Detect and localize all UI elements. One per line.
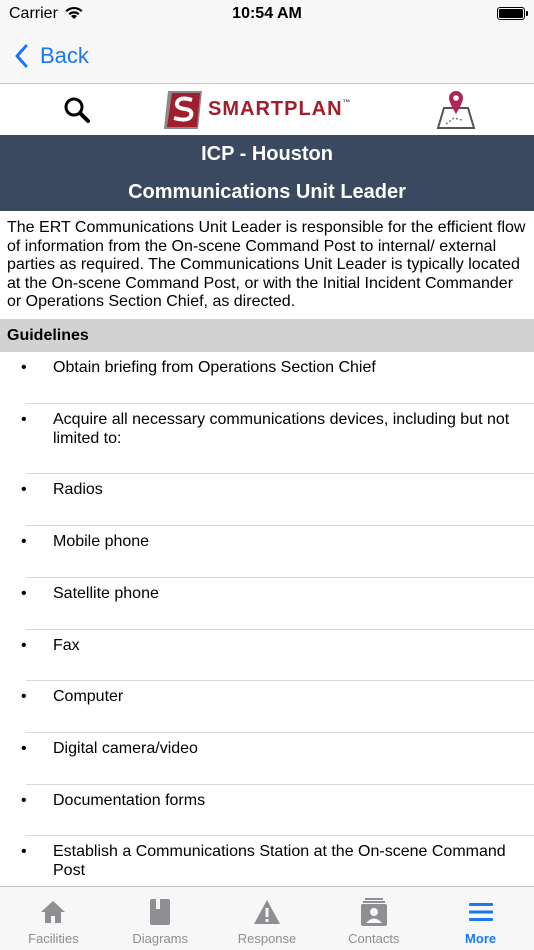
site-title: ICP - Houston [201,143,333,165]
bullet: • [21,411,27,428]
list-item: • Fax [21,630,534,681]
status-bar: Carrier 10:54 AM [0,0,534,30]
page-header: ICP - Houston Communications Unit Leader [0,135,534,211]
bullet: • [21,585,27,602]
back-label: Back [40,43,89,68]
clock: 10:54 AM [232,5,302,22]
tab-facilities[interactable]: Facilities [0,887,107,950]
bullet: • [21,740,27,757]
tab-label: Contacts [348,931,400,946]
list-item-text: Digital camera/video [53,740,198,757]
list-item: • Computer [21,681,534,733]
role-title: Communications Unit Leader [128,181,406,203]
bullet: • [21,637,27,654]
list-item-text: Acquire all necessary communications dev… [53,411,510,447]
list-item-text: Satellite phone [53,585,159,602]
tab-diagrams[interactable]: Diagrams [107,887,214,950]
guidelines-heading: Guidelines [0,319,534,352]
contacts-icon [360,898,387,926]
tab-label: Facilities [28,931,79,946]
logo-text: SMARTPLAN [208,98,343,120]
bullet: • [21,792,27,809]
list-item: • Satellite phone [21,578,534,630]
role-description: The ERT Communications Unit Leader is re… [7,219,526,310]
list-item-text: Mobile phone [53,533,150,550]
menu-icon [468,903,493,921]
logo-bar: SMARTPLAN™ [0,84,534,135]
tab-bar: Facilities Diagrams Response Contacts Mo… [0,886,534,950]
bullet: • [21,359,27,376]
bullet: • [21,688,27,705]
tab-more[interactable]: More [427,887,534,950]
tab-contacts[interactable]: Contacts [320,887,427,950]
list-item-text: Radios [53,481,103,498]
back-button[interactable]: Back [14,40,89,72]
battery-icon [497,7,528,20]
guidelines-list: • Obtain briefing from Operations Sectio… [0,352,534,906]
smartplan-logo: SMARTPLAN™ [162,84,352,135]
home-icon [41,901,66,923]
list-item-text: Establish a Communications Station at th… [53,843,506,879]
bullet: • [21,843,27,860]
tab-label: More [465,931,497,946]
list-item-text: Documentation forms [53,792,206,809]
list-item-text: Computer [53,688,124,705]
tab-label: Diagrams [132,931,188,946]
chevron-left-icon [15,44,28,68]
list-item: • Radios [21,474,534,526]
tab-response[interactable]: Response [214,887,321,950]
map-pin-icon[interactable] [434,90,478,130]
list-item: • Digital camera/video [21,733,534,785]
bullet: • [21,533,27,550]
list-item: • Acquire all necessary communications d… [21,404,534,474]
navigation-bar: Back [0,30,534,84]
list-item: • Mobile phone [21,526,534,578]
list-item: • Obtain briefing from Operations Sectio… [21,352,534,404]
warning-icon [253,900,280,924]
list-item-text: Fax [53,637,80,654]
logo-mark-icon [164,90,202,129]
bullet: • [21,481,27,498]
book-icon [150,899,171,925]
tab-label: Response [237,931,297,946]
trademark: ™ [342,98,352,107]
search-icon[interactable] [62,95,92,125]
list-item-text: Obtain briefing from Operations Section … [53,359,376,376]
list-item: • Documentation forms [21,785,534,836]
